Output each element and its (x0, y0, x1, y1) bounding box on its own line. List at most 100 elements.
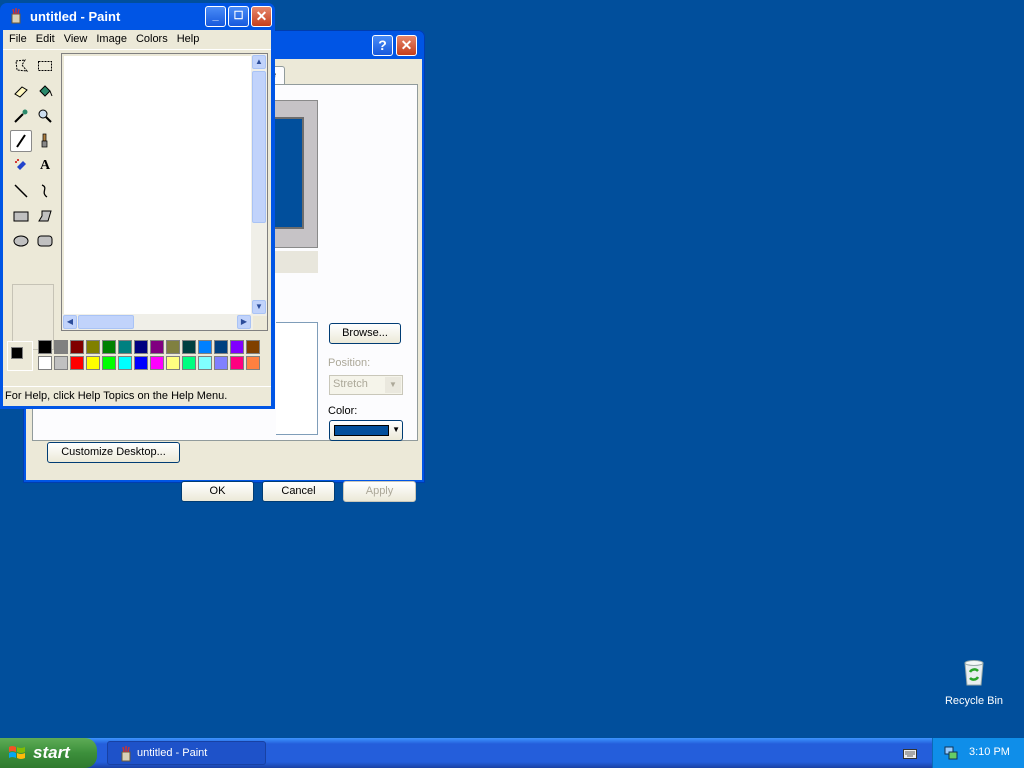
menu-help[interactable]: Help (173, 30, 205, 49)
rounded-rect-icon[interactable] (34, 230, 56, 252)
help-icon[interactable]: ? (372, 35, 393, 56)
free-form-select-icon[interactable] (10, 55, 32, 77)
line-icon[interactable] (10, 180, 32, 202)
apply-button: Apply (343, 481, 416, 502)
ellipse-icon[interactable] (10, 230, 32, 252)
color-label: Color: (328, 405, 358, 417)
canvas-viewport: ▲ ▼ ◀ ▶ (61, 53, 268, 331)
scroll-left-icon[interactable]: ◀ (63, 315, 77, 329)
palette-swatch[interactable] (198, 340, 212, 354)
rect-select-icon[interactable] (34, 55, 56, 77)
palette-swatch[interactable] (86, 340, 100, 354)
ok-button[interactable]: OK (181, 481, 254, 502)
scroll-down-icon[interactable]: ▼ (252, 300, 266, 314)
palette-swatch[interactable] (86, 356, 100, 370)
color-swatch (334, 425, 389, 436)
vertical-scrollbar[interactable]: ▲ ▼ (251, 54, 267, 316)
menu-bar: File Edit View Image Colors Help (3, 30, 271, 50)
customize-desktop-button[interactable]: Customize Desktop... (47, 442, 180, 463)
palette-swatch[interactable] (118, 340, 132, 354)
clock[interactable]: 3:10 PM (969, 746, 1010, 758)
fill-bucket-icon[interactable] (34, 80, 56, 102)
palette-swatch[interactable] (54, 356, 68, 370)
palette-swatch[interactable] (150, 356, 164, 370)
palette-swatch[interactable] (102, 356, 116, 370)
polygon-icon[interactable] (34, 205, 56, 227)
color-picker-icon[interactable] (10, 105, 32, 127)
dialog-close-button[interactable]: ✕ (396, 35, 417, 56)
palette-swatch[interactable] (246, 340, 260, 354)
background-list[interactable] (276, 322, 318, 435)
horizontal-scroll-thumb[interactable] (78, 315, 134, 329)
recycle-bin-label: Recycle Bin (944, 695, 1004, 707)
close-button[interactable]: ✕ (251, 6, 272, 27)
chevron-down-icon: ▼ (392, 425, 400, 434)
cancel-button[interactable]: Cancel (262, 481, 335, 502)
palette-swatch[interactable] (134, 340, 148, 354)
position-value: Stretch (333, 378, 368, 390)
network-icon[interactable] (943, 745, 959, 761)
palette-swatch[interactable] (70, 340, 84, 354)
brush-icon[interactable] (34, 130, 56, 152)
eraser-icon[interactable] (10, 80, 32, 102)
palette-swatch[interactable] (70, 356, 84, 370)
color-picker-button[interactable]: ▼ (329, 420, 403, 441)
vertical-scroll-thumb[interactable] (252, 71, 266, 223)
pencil-icon[interactable] (10, 130, 32, 152)
palette-swatch[interactable] (182, 356, 196, 370)
palette-swatch[interactable] (134, 356, 148, 370)
menu-image[interactable]: Image (92, 30, 132, 49)
paint-app-icon (11, 8, 21, 24)
taskbar: start untitled - Paint 3:10 PM (0, 738, 1024, 768)
palette-swatch[interactable] (214, 340, 228, 354)
start-button[interactable]: start (0, 738, 97, 768)
menu-file[interactable]: File (5, 30, 32, 49)
browse-button[interactable]: Browse... (329, 323, 401, 344)
paint-titlebar[interactable]: untitled - Paint _ ☐ ✕ (4, 3, 272, 30)
palette-swatch[interactable] (38, 356, 52, 370)
palette-swatch[interactable] (166, 356, 180, 370)
toolbox: A (6, 53, 58, 350)
magnifier-icon[interactable] (34, 105, 56, 127)
chevron-down-icon: ▼ (385, 377, 401, 393)
paint-window: untitled - Paint _ ☐ ✕ File Edit View Im… (0, 3, 275, 409)
palette-swatch[interactable] (182, 340, 196, 354)
text-tool-icon[interactable]: A (34, 155, 56, 177)
palette-swatch[interactable] (102, 340, 116, 354)
menu-view[interactable]: View (60, 30, 93, 49)
scroll-right-icon[interactable]: ▶ (237, 315, 251, 329)
paint-app-icon (121, 746, 131, 762)
palette-swatch[interactable] (246, 356, 260, 370)
menu-colors[interactable]: Colors (132, 30, 173, 49)
start-label: start (33, 743, 70, 762)
keyboard-icon[interactable] (903, 747, 917, 759)
scroll-up-icon[interactable]: ▲ (252, 55, 266, 69)
menu-edit[interactable]: Edit (32, 30, 60, 49)
system-tray: 3:10 PM (932, 738, 1024, 768)
maximize-button[interactable]: ☐ (228, 6, 249, 27)
taskbar-item-paint[interactable]: untitled - Paint (107, 741, 266, 765)
monitor-stand (270, 251, 318, 273)
position-label: Position: (328, 357, 371, 369)
recycle-bin-desktop-icon[interactable]: Recycle Bin (941, 656, 1007, 707)
palette-swatch[interactable] (150, 340, 164, 354)
horizontal-scrollbar[interactable]: ◀ ▶ (62, 314, 253, 330)
palette-swatch[interactable] (54, 340, 68, 354)
position-select: Stretch ▼ (329, 375, 403, 395)
palette-swatch[interactable] (118, 356, 132, 370)
palette-swatch[interactable] (214, 356, 228, 370)
curve-icon[interactable] (34, 180, 56, 202)
palette-swatch[interactable] (230, 340, 244, 354)
foreground-color-swatch (11, 347, 23, 359)
status-text: For Help, click Help Topics on the Help … (5, 390, 228, 402)
window-title: untitled - Paint (30, 9, 121, 24)
windows-logo-icon (9, 746, 25, 759)
minimize-button[interactable]: _ (205, 6, 226, 27)
rectangle-icon[interactable] (10, 205, 32, 227)
drawing-canvas[interactable] (64, 56, 254, 314)
palette-swatch[interactable] (38, 340, 52, 354)
airbrush-icon[interactable] (10, 155, 32, 177)
palette-swatch[interactable] (230, 356, 244, 370)
palette-swatch[interactable] (198, 356, 212, 370)
palette-swatch[interactable] (166, 340, 180, 354)
